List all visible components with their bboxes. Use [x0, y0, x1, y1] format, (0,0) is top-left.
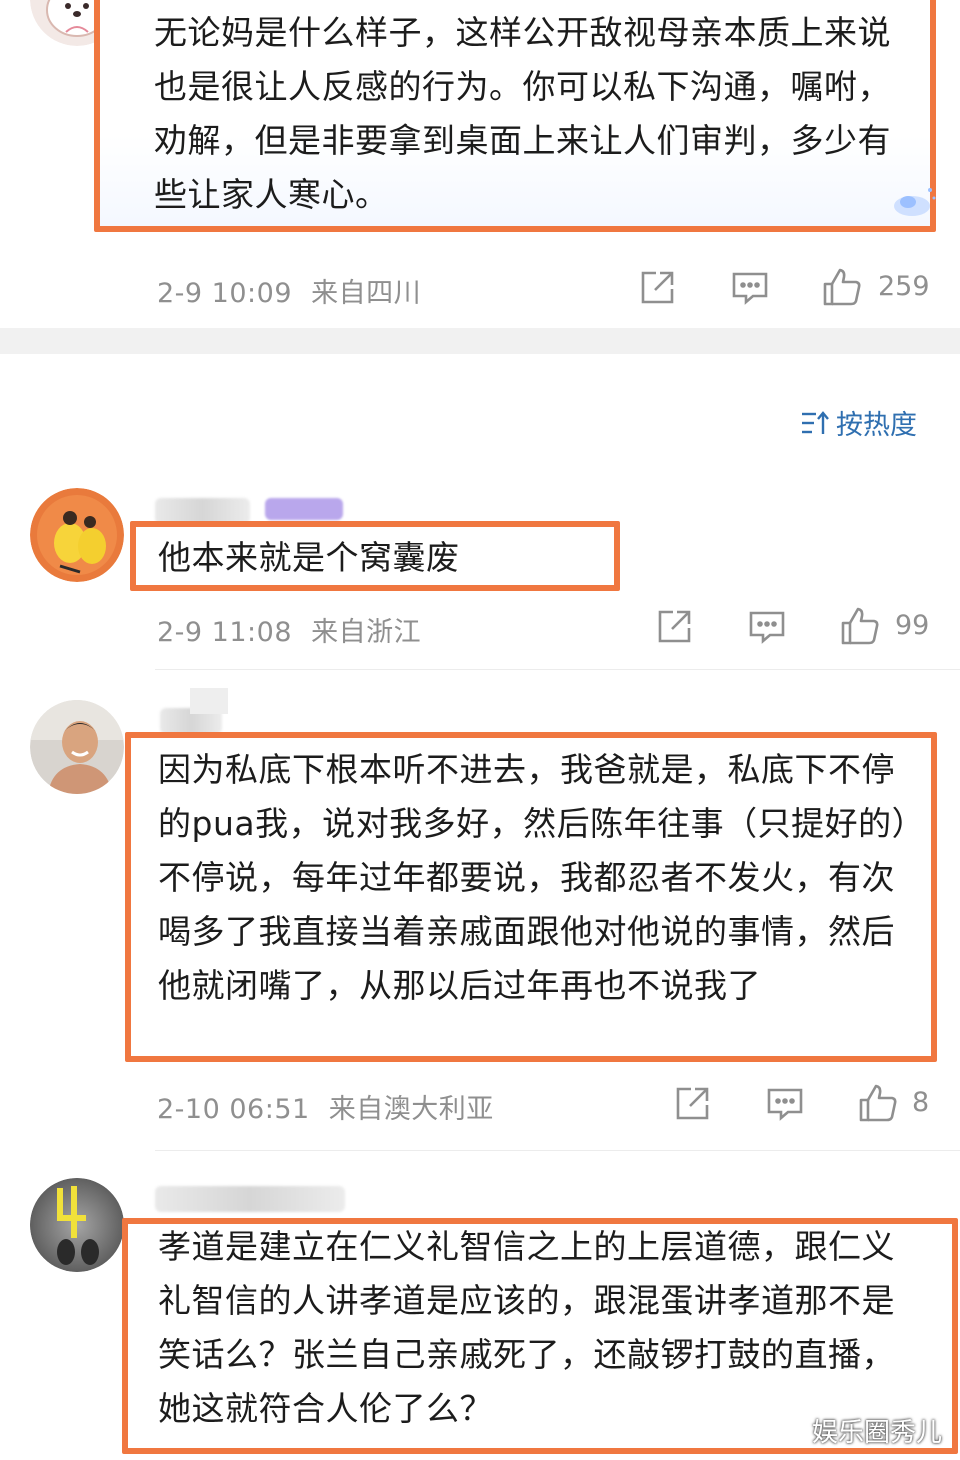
comment-location: 来自澳大利亚 — [328, 1094, 494, 1125]
sticker-decoration — [888, 184, 938, 220]
comment-meta: 2-9 11:08 来自浙江 — [157, 610, 421, 649]
like-count: 99 — [895, 610, 930, 641]
avatar[interactable] — [30, 488, 124, 582]
comment-icon[interactable] — [731, 269, 769, 307]
like-count: 259 — [878, 271, 930, 302]
comment-time: 2-9 10:09 — [157, 278, 292, 309]
like-count: 8 — [912, 1087, 930, 1118]
thumbs-up-icon[interactable] — [858, 1083, 898, 1123]
thumbs-up-icon[interactable] — [822, 267, 862, 307]
user-badge — [265, 498, 343, 520]
divider — [155, 1150, 960, 1151]
avatar[interactable] — [30, 700, 124, 794]
username[interactable] — [155, 1186, 345, 1212]
watermark: 娱乐圈秀儿 — [812, 1418, 943, 1448]
comment-icon[interactable] — [748, 608, 786, 646]
comment-time: 2-10 06:51 — [157, 1094, 310, 1125]
comment-meta: 2-10 06:51 来自澳大利亚 — [157, 1087, 494, 1126]
thumbs-up-icon[interactable] — [840, 606, 880, 646]
comment-text: 他本来就是个窝囊废 — [158, 538, 460, 577]
sort-label: 按热度 — [836, 410, 917, 441]
share-icon[interactable] — [638, 269, 676, 307]
comment-text: 因为私底下根本听不进去，我爸就是，私底下不停的pua我，说对我多好，然后陈年往事… — [158, 750, 909, 1005]
avatar[interactable] — [30, 1178, 124, 1272]
comment-meta: 2-9 10:09 来自四川 — [157, 271, 421, 310]
divider — [155, 669, 960, 670]
comment-text: 无论妈是什么样子，这样公开敌视母亲本质上来说也是很让人反感的行为。你可以私下沟通… — [154, 13, 891, 214]
share-icon[interactable] — [655, 608, 693, 646]
redaction-block — [190, 688, 228, 714]
share-icon[interactable] — [673, 1085, 711, 1123]
comment-location: 来自浙江 — [311, 617, 422, 648]
sort-button[interactable]: 按热度 — [800, 403, 917, 442]
comment-location: 来自四川 — [311, 278, 422, 309]
section-separator — [0, 328, 960, 354]
comment-time: 2-9 11:08 — [157, 617, 292, 648]
sort-icon — [800, 409, 830, 437]
comment-icon[interactable] — [766, 1085, 804, 1123]
comment-text: 孝道是建立在仁义礼智信之上的上层道德，跟仁义礼智信的人讲孝道是应该的，跟混蛋讲孝… — [158, 1227, 895, 1428]
